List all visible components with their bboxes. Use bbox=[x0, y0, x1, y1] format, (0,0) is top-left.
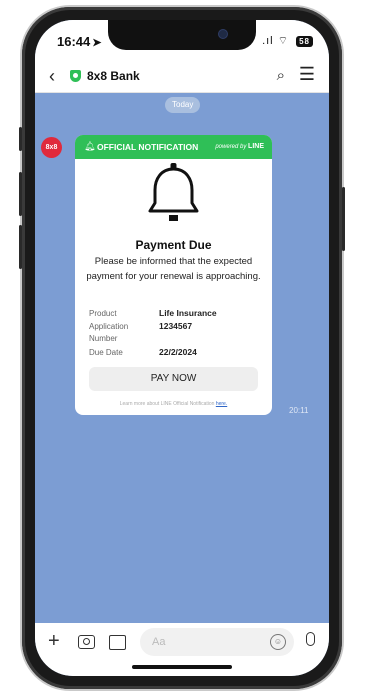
card-header-title: OFFICIAL NOTIFICATION bbox=[97, 142, 199, 152]
message-placeholder: Aa bbox=[152, 636, 166, 648]
chat-title: 8x8 Bank bbox=[87, 69, 140, 83]
bell-icon bbox=[148, 163, 199, 221]
footer-link[interactable]: here. bbox=[216, 401, 227, 407]
phone-screen: 16:44 ➤ .ıl ⌔ 58 ‹ 8x8 Bank ⌕ ☰ Today 8x8… bbox=[35, 20, 329, 676]
shield-check-icon bbox=[70, 70, 81, 82]
front-camera bbox=[218, 29, 228, 39]
card-header: 🔔︎ OFFICIAL NOTIFICATION powered by LINE bbox=[75, 135, 272, 159]
field-application-value: 1234567 bbox=[159, 321, 193, 331]
mute-switch bbox=[19, 127, 22, 151]
back-icon[interactable]: ‹ bbox=[49, 66, 55, 87]
message-input[interactable]: Aa ☺ bbox=[140, 628, 294, 656]
power-button bbox=[342, 187, 345, 251]
card-footer: Learn more about LINE Official Notificat… bbox=[75, 401, 272, 407]
wifi-icon: ⌔ bbox=[277, 35, 290, 47]
notification-card: 🔔︎ OFFICIAL NOTIFICATION powered by LINE… bbox=[75, 135, 272, 415]
menu-icon[interactable]: ☰ bbox=[299, 64, 315, 85]
status-time-text: 16:44 bbox=[57, 34, 91, 49]
field-product-label: Product bbox=[89, 309, 117, 318]
powered-by-text: powered by bbox=[215, 144, 247, 150]
avatar[interactable]: 8x8 bbox=[41, 137, 62, 158]
status-time: 16:44 ➤ bbox=[57, 34, 101, 49]
card-body: Please be informed that the expected pay… bbox=[86, 256, 261, 282]
image-icon[interactable] bbox=[109, 635, 126, 650]
emoji-icon[interactable]: ☺ bbox=[270, 634, 286, 650]
field-application-label: Application Number bbox=[89, 322, 129, 343]
status-icons: .ıl ⌔ 58 bbox=[262, 34, 313, 48]
field-product-value: Life Insurance bbox=[159, 308, 217, 318]
search-icon[interactable]: ⌕ bbox=[277, 67, 285, 84]
location-arrow-icon: ➤ bbox=[92, 37, 102, 49]
pay-now-button[interactable]: PAY NOW bbox=[89, 367, 258, 391]
footer-text: Learn more about LINE Official Notificat… bbox=[119, 401, 215, 407]
powered-brand: LINE bbox=[248, 143, 264, 150]
powered-by: powered by LINE bbox=[215, 143, 264, 150]
battery-icon: 58 bbox=[296, 35, 313, 47]
home-indicator[interactable] bbox=[132, 665, 232, 669]
volume-up-button bbox=[19, 172, 22, 216]
plus-icon[interactable]: + bbox=[48, 630, 60, 653]
bell-mini-icon: 🔔︎ bbox=[84, 141, 96, 151]
field-due-date-label: Due Date bbox=[89, 348, 123, 357]
microphone-icon[interactable] bbox=[306, 632, 315, 646]
notch bbox=[108, 20, 256, 50]
phone-frame: 16:44 ➤ .ıl ⌔ 58 ‹ 8x8 Bank ⌕ ☰ Today 8x8… bbox=[19, 7, 345, 689]
chat-header: ‹ 8x8 Bank ⌕ ☰ bbox=[35, 60, 329, 93]
message-timestamp: 20:11 bbox=[289, 406, 309, 415]
chat-area[interactable]: Today 8x8 🔔︎ OFFICIAL NOTIFICATION power… bbox=[35, 93, 329, 623]
signal-icon: .ıl bbox=[262, 35, 274, 47]
card-title: Payment Due bbox=[135, 238, 212, 252]
field-due-date-value: 22/2/2024 bbox=[159, 347, 197, 357]
date-separator: Today bbox=[165, 97, 201, 113]
camera-icon[interactable] bbox=[78, 635, 95, 649]
volume-down-button bbox=[19, 225, 22, 269]
status-bar: 16:44 ➤ .ıl ⌔ 58 bbox=[35, 20, 329, 60]
